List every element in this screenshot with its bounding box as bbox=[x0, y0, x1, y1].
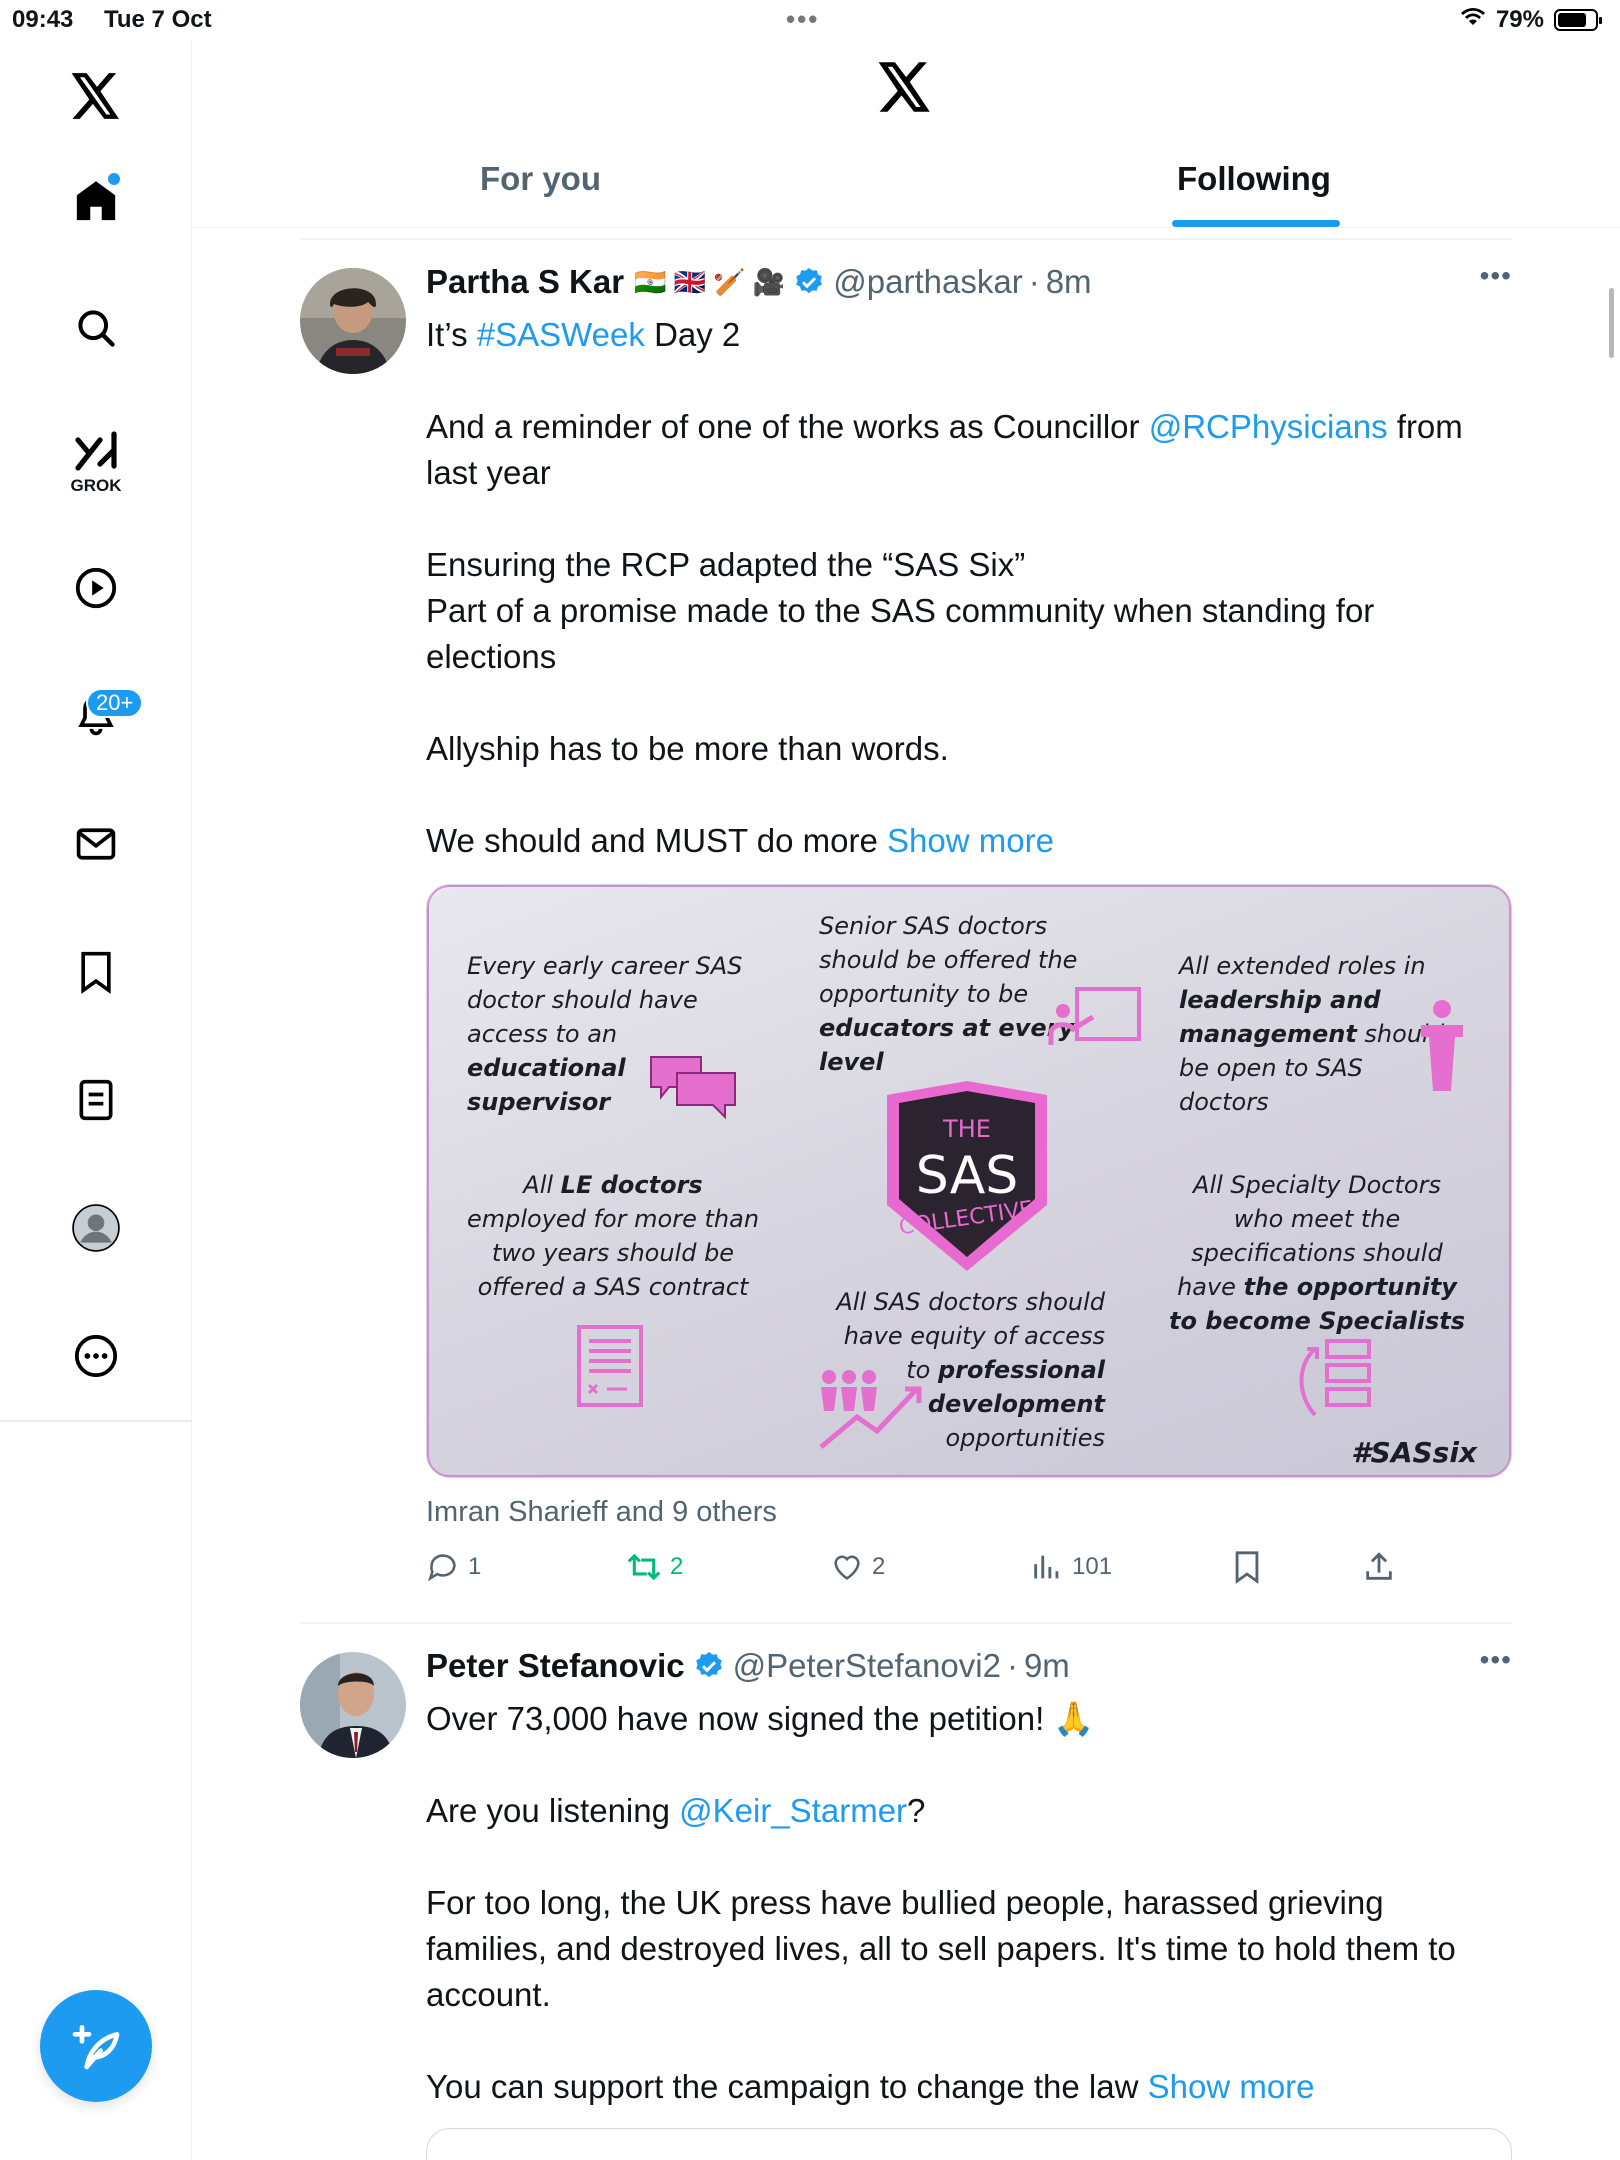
author-handle[interactable]: @parthaskar bbox=[833, 263, 1022, 301]
repost-icon bbox=[627, 1553, 661, 1581]
video-play-icon[interactable] bbox=[60, 552, 132, 624]
tweet-time[interactable]: 9m bbox=[1024, 1647, 1070, 1685]
multitasking-dots-icon[interactable]: ••• bbox=[786, 4, 819, 35]
tab-for-you[interactable]: For you bbox=[480, 160, 601, 198]
share-button[interactable] bbox=[1362, 1550, 1396, 1584]
tweet-header: Peter Stefanovic @PeterStefanovi2 · 9m bbox=[426, 1647, 1070, 1685]
status-right: 79% bbox=[1460, 6, 1602, 34]
battery-percent: 79% bbox=[1495, 6, 1544, 33]
tweet-more-options-icon[interactable]: ••• bbox=[1480, 260, 1512, 292]
link-card-preview[interactable] bbox=[426, 2128, 1512, 2160]
reply-count: 1 bbox=[468, 1553, 482, 1580]
verified-badge-icon bbox=[693, 1650, 725, 1682]
svg-text:SAS: SAS bbox=[916, 1146, 1019, 1206]
mention-link[interactable]: @RCPhysicians bbox=[1149, 408, 1388, 445]
tweet-text: It’s #SASWeek Day 2 And a reminder of on… bbox=[426, 316, 1463, 859]
tweet[interactable]: Peter Stefanovic @PeterStefanovi2 · 9m •… bbox=[300, 1622, 1512, 2160]
sidebar: GROK 20+ bbox=[0, 40, 192, 2160]
wifi-icon bbox=[1460, 6, 1486, 34]
x-logo-icon[interactable] bbox=[60, 60, 132, 132]
author-avatar[interactable] bbox=[300, 1652, 406, 1758]
home-icon[interactable] bbox=[60, 165, 132, 237]
grok-icon[interactable]: GROK bbox=[60, 424, 132, 496]
contract-document-icon bbox=[577, 1325, 643, 1407]
mention-link[interactable]: @Keir_Starmer bbox=[679, 1792, 907, 1829]
reply-icon bbox=[427, 1554, 456, 1582]
tab-following[interactable]: Following bbox=[1177, 160, 1331, 198]
notifications-bell-icon[interactable]: 20+ bbox=[60, 680, 144, 752]
show-more-link[interactable]: Show more bbox=[1148, 2068, 1315, 2105]
compose-post-button[interactable] bbox=[40, 1990, 152, 2102]
author-name-emojis: 🇮🇳 🇬🇧 🏏 🎥 bbox=[634, 266, 786, 297]
timeline-header: For you Following bbox=[192, 40, 1620, 228]
author-handle[interactable]: @PeterStefanovi2 bbox=[733, 1647, 1001, 1685]
verified-badge-icon bbox=[793, 266, 825, 298]
growth-people-icon bbox=[819, 1370, 922, 1449]
bookmarks-icon[interactable] bbox=[60, 936, 132, 1008]
status-time: 09:43 bbox=[12, 6, 74, 33]
repost-count: 2 bbox=[670, 1553, 684, 1580]
speech-bubbles-icon bbox=[650, 1056, 736, 1120]
teacher-board-icon bbox=[1048, 987, 1141, 1045]
reposted-by-text[interactable]: Imran Sharieff and 9 others bbox=[426, 1496, 777, 1529]
home-unread-dot bbox=[108, 173, 120, 185]
battery-icon bbox=[1554, 9, 1602, 31]
sas-point-specialists: All Specialty Doctors who meet the speci… bbox=[1168, 1171, 1465, 1335]
views-count: 101 bbox=[1072, 1553, 1113, 1580]
share-icon bbox=[1366, 1552, 1392, 1580]
views-button[interactable]: 101 bbox=[1030, 1550, 1112, 1584]
scrollbar[interactable] bbox=[1609, 288, 1614, 358]
status-date: Tue 7 Oct bbox=[104, 6, 212, 33]
svg-text:THE: THE bbox=[942, 1115, 991, 1143]
tweet-header: Partha S Kar 🇮🇳 🇬🇧 🏏 🎥 @parthaskar · 8m bbox=[426, 263, 1092, 301]
grok-label: GROK bbox=[70, 476, 122, 495]
active-tab-indicator bbox=[1172, 220, 1340, 227]
heart-icon bbox=[834, 1555, 860, 1580]
messages-envelope-icon[interactable] bbox=[60, 808, 132, 880]
sas-point-le-doctors: All LE doctors employed for more than tw… bbox=[466, 1171, 760, 1301]
compose-feather-icon bbox=[72, 2025, 120, 2070]
profile-avatar-icon[interactable] bbox=[60, 1192, 132, 1264]
like-button[interactable]: 2 bbox=[830, 1550, 885, 1584]
more-options-icon[interactable] bbox=[60, 1320, 132, 1392]
bookmark-icon bbox=[1235, 1551, 1259, 1584]
hashtag-link[interactable]: #SASWeek bbox=[477, 316, 645, 353]
tweet-time[interactable]: 8m bbox=[1046, 263, 1092, 301]
sassix-hashtag: #SASsix bbox=[1351, 1436, 1477, 1469]
search-icon[interactable] bbox=[60, 292, 132, 364]
x-header-logo-icon[interactable] bbox=[878, 62, 932, 117]
author-name[interactable]: Partha S Kar bbox=[426, 263, 624, 301]
author-avatar[interactable] bbox=[300, 268, 406, 374]
sas-point-leadership: All extended roles in leadership and man… bbox=[1179, 952, 1444, 1116]
bookmark-button[interactable] bbox=[1232, 1550, 1262, 1584]
tweet-actions: 1 2 2 101 bbox=[426, 1540, 1506, 1600]
tweet-text: Over 73,000 have now signed the petition… bbox=[426, 1700, 1456, 2105]
lists-icon[interactable] bbox=[60, 1064, 132, 1136]
notifications-badge: 20+ bbox=[86, 688, 144, 718]
status-bar: 09:43 Tue 7 Oct ••• 79% bbox=[0, 0, 1620, 40]
reply-button[interactable]: 1 bbox=[426, 1550, 481, 1584]
show-more-link[interactable]: Show more bbox=[887, 822, 1054, 859]
tweet-image[interactable]: Every early career SAS doctor should hav… bbox=[426, 884, 1512, 1478]
podium-icon bbox=[1421, 1000, 1463, 1091]
tweet[interactable]: Partha S Kar 🇮🇳 🇬🇧 🏏 🎥 @parthaskar · 8m … bbox=[300, 238, 1512, 1622]
career-ladder-icon bbox=[1299, 1339, 1371, 1417]
like-count: 2 bbox=[872, 1553, 886, 1580]
tweet-more-options-icon[interactable]: ••• bbox=[1480, 1644, 1512, 1676]
repost-button[interactable]: 2 bbox=[626, 1550, 683, 1584]
author-name[interactable]: Peter Stefanovic bbox=[426, 1647, 685, 1685]
sidebar-divider bbox=[0, 1420, 192, 1422]
views-chart-icon bbox=[1034, 1555, 1059, 1579]
sas-collective-shield-logo: THE SAS COLLECTIVE bbox=[887, 1081, 1047, 1271]
